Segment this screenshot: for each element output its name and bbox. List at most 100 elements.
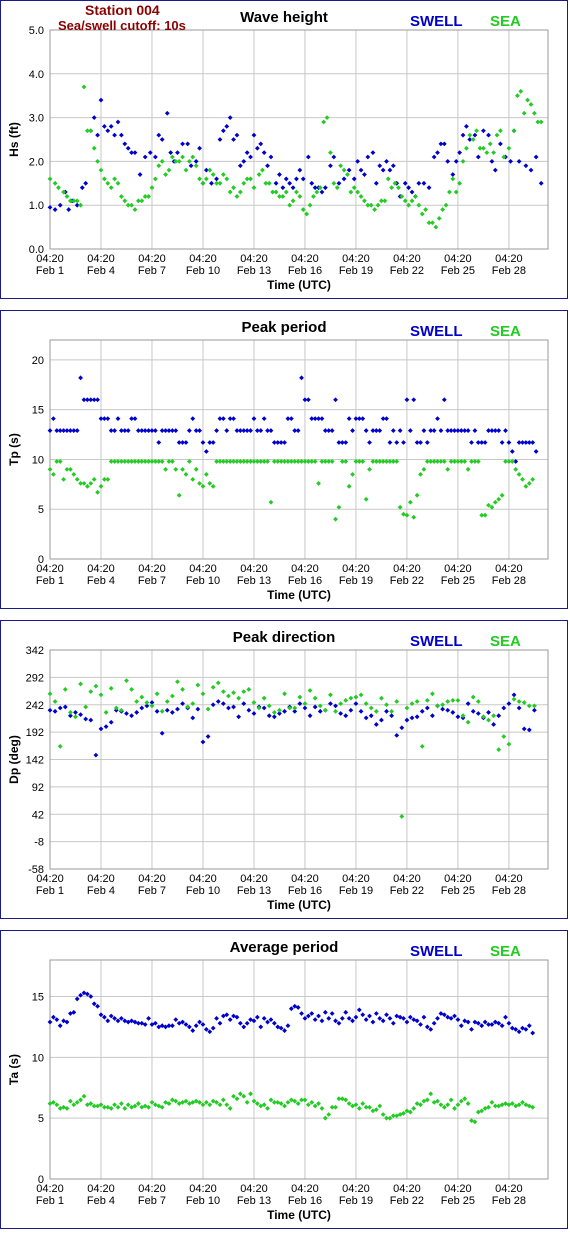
sea-point [217,180,223,186]
sea-point [348,189,354,195]
swell-point [282,440,287,445]
x-tick-date: Feb 4 [87,885,115,897]
swell-point [101,123,107,129]
sea-point [203,1099,209,1105]
sea-point [246,687,252,692]
sea-point [445,467,451,472]
sea-point [52,699,58,704]
sea-point [108,685,114,691]
swell-point [435,416,440,422]
swell-point [322,1009,328,1015]
swell-point [244,1020,250,1026]
swell-point [475,711,481,716]
swell-point [299,1011,304,1016]
sea-point [149,1099,155,1105]
sea-point [154,691,160,697]
swell-point [333,397,338,403]
swell-point [258,428,264,433]
legend-sea: SEA [490,943,521,960]
swell-point [418,440,423,445]
x-tick-date: Feb 19 [339,265,373,277]
sea-point [71,471,77,477]
swell-point [384,159,389,164]
sea-point [419,743,425,749]
swell-point [312,1017,318,1023]
legend-swell: SWELL [410,13,463,30]
sea-point [462,1096,468,1102]
x-tick-date: Feb 25 [441,1195,475,1207]
y-tick-label: 342 [26,645,44,657]
sea-point [394,699,400,704]
swell-point [373,180,379,186]
swell-point [195,706,201,712]
swell-point [47,428,53,433]
sea-point [283,189,289,195]
swell-point [373,1011,379,1016]
swell-point [350,428,355,433]
x-tick-time: 04:20 [291,1183,319,1195]
sea-point [220,689,226,695]
swell-point [47,707,53,713]
swell-point [387,440,393,445]
swell-point [499,440,505,445]
swell-point [431,154,437,160]
x-tick-date: Feb 16 [288,1195,322,1207]
sea-point [122,198,128,204]
swell-point [277,172,282,177]
sea-point [73,714,78,720]
sea-point [447,189,452,195]
x-tick-time: 04:20 [342,563,370,575]
y-tick-label: -8 [34,837,44,849]
swell-point [203,449,209,454]
swell-point [244,150,250,156]
x-tick-date: Feb 19 [339,1195,373,1207]
swell-point [455,714,461,720]
swell-point [465,701,471,707]
sea-point [215,680,221,686]
swell-point [470,708,476,714]
sea-point [81,84,87,90]
swell-point [421,1014,427,1020]
sea-point [302,1097,308,1103]
y-tick-label: 1.0 [29,200,44,212]
swell-point [224,123,230,129]
sea-point [144,700,150,705]
sea-point [538,119,544,125]
sea-point [489,1099,495,1105]
sea-point [248,176,253,182]
sea-point [389,185,395,191]
x-tick-time: 04:20 [240,1183,268,1195]
swell-point [188,163,194,169]
swell-point [241,701,247,707]
sea-point [98,692,104,698]
x-axis-title: Time (UTC) [267,898,331,912]
sea-point [74,476,80,482]
sea-point [265,1106,270,1111]
swell-point [523,163,529,169]
swell-point [254,145,260,151]
swell-point [353,701,359,707]
swell-point [98,726,104,732]
swell-point [464,123,469,129]
sea-point [260,167,265,173]
sea-point [421,467,427,472]
sea-point [224,1102,230,1108]
sea-point [67,467,73,472]
y-tick-label: 292 [26,672,44,684]
sea-point [382,198,388,204]
x-tick-time: 04:20 [291,563,319,575]
swell-point [305,1013,311,1019]
swell-point [95,1003,100,1009]
sea-point [428,1091,434,1097]
sea-point [312,1103,318,1109]
x-tick-date: Feb 1 [36,1195,64,1207]
sea-point [115,1104,121,1110]
swell-point [394,440,400,445]
swell-point [390,1020,396,1026]
sea-point [302,701,308,707]
swell-point [78,375,83,381]
swell-point [516,159,522,164]
sea-point [236,695,242,701]
peak-direction-chart: -58-8429214219224229234204:20Feb 104:20F… [7,629,549,912]
sea-point [231,1093,236,1099]
